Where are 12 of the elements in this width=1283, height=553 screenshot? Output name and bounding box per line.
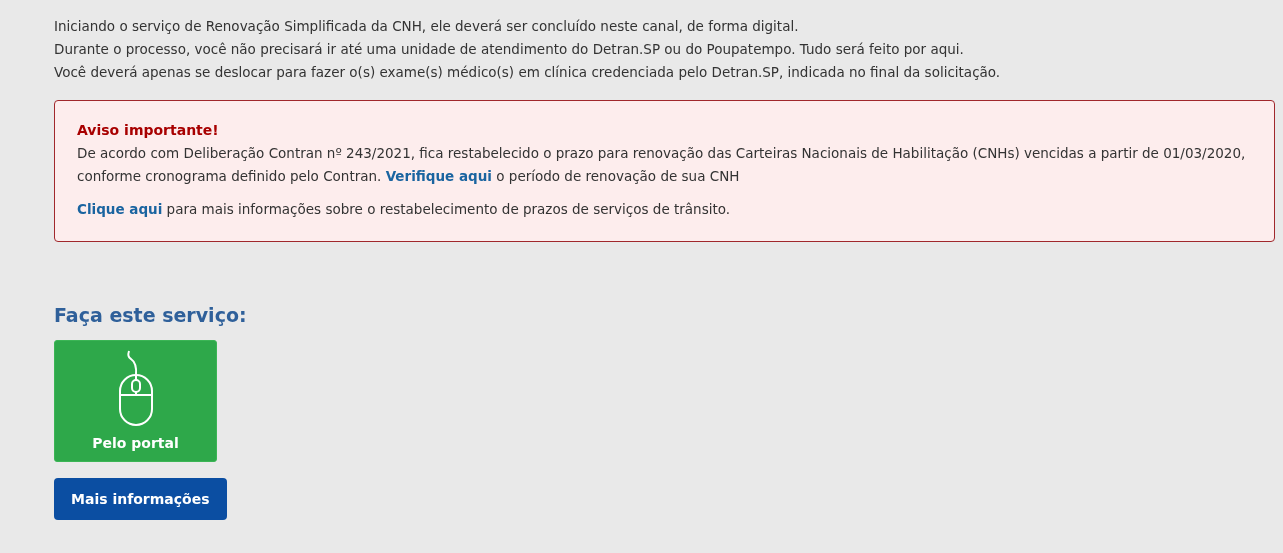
portal-tile[interactable]: Pelo portal bbox=[54, 340, 217, 462]
link[interactable]: Clique aqui bbox=[77, 201, 163, 217]
mouse-icon bbox=[116, 349, 155, 427]
warning-text: De acordo com Deliberação Contran nº 243/2021, fica restabelecido o prazo para renovação das Carteiras Nacionais de Habilitação (CNHs) vencidas a partir de 01/03/2020, conforme cronograma definido pelo Contran. Verifique aqui o período de renovação de sua CNH bbox=[77, 144, 1247, 186]
warning-title: Aviso importante! bbox=[77, 121, 220, 140]
intro-text: Você deverá apenas se deslocar para fazer o(s) exame(s) médico(s) em clínica credenciada pelo Detran.SP, indicada no final da solicitação. bbox=[54, 63, 1002, 82]
warning-text: Clique aqui para mais informações sobre o restabelecimento de prazos de serviços de trânsito. bbox=[77, 200, 732, 219]
more-info-button[interactable]: Mais informações bbox=[54, 478, 227, 520]
section-heading: Faça este serviço: bbox=[54, 304, 248, 326]
intro-text: Iniciando o serviço de Renovação Simplificada da CNH, ele deverá ser concluído neste canal, de forma digital. bbox=[54, 17, 800, 36]
intro-text: Durante o processo, você não precisará ir até uma unidade de atendimento do Detran.SP ou do Poupatempo. Tudo será feito por aqui. bbox=[54, 40, 965, 59]
link[interactable]: Verifique aqui bbox=[385, 168, 492, 184]
